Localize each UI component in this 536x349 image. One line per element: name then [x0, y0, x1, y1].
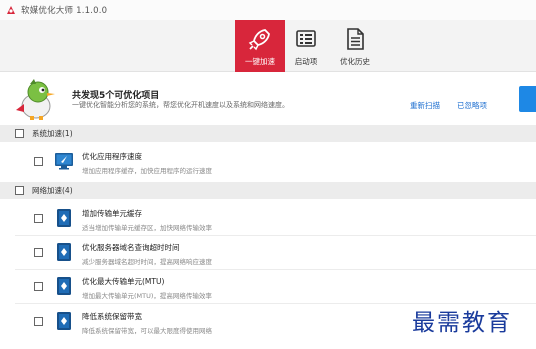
- ignored-items-link[interactable]: 已忽略项: [457, 100, 487, 111]
- item-checkbox[interactable]: [34, 248, 43, 257]
- mascot-bird-icon: [16, 79, 55, 120]
- item-checkbox[interactable]: [34, 214, 43, 223]
- section-checkbox[interactable]: [15, 129, 24, 138]
- window-title: 软媒优化大师 1.1.0.0: [21, 6, 108, 16]
- network-book-icon: [57, 312, 71, 330]
- tab-one-click-speedup[interactable]: 一键加速: [235, 20, 285, 72]
- item-description: 适当增加传输单元缓存区，加快网络传输效率: [82, 224, 212, 232]
- item-description: 降低系统保留带宽，可以最大限度得使用网络: [82, 327, 212, 335]
- section-system-speedup: 系统加速(1): [0, 125, 536, 142]
- section-label: 网络加速(4): [32, 186, 73, 195]
- tab-label: 启动项: [294, 57, 318, 66]
- item-title: 优化最大传输单元(MTU): [82, 277, 165, 286]
- rocket-icon: [247, 26, 273, 52]
- tab-label: 一键加速: [245, 57, 275, 66]
- item-title: 增加传输单元缓存: [82, 209, 142, 218]
- item-checkbox[interactable]: [34, 157, 43, 166]
- watermark: 最需教育: [412, 310, 512, 336]
- section-network-speedup: 网络加速(4): [0, 182, 536, 199]
- item-description: 增加最大传输单元(MTU)，提高网络传输效率: [82, 292, 212, 300]
- item-title: 降低系统保留带宽: [82, 312, 142, 321]
- item-title: 优化服务器域名查询超时时间: [82, 243, 180, 252]
- startup-list-icon: [293, 26, 319, 52]
- title-bar: 软媒优化大师 1.1.0.0: [0, 0, 536, 20]
- section-checkbox[interactable]: [15, 186, 24, 195]
- optimize-button[interactable]: [519, 86, 536, 112]
- network-book-icon: [57, 277, 71, 295]
- network-book-icon: [57, 243, 71, 261]
- main-toolbar: 一键加速 启动项 优化历史: [0, 20, 536, 72]
- list-item: 优化应用程序速度 增加应用程序缓存，加快应用程序的运行速度: [0, 145, 536, 179]
- list-item: 优化最大传输单元(MTU) 增加最大传输单元(MTU)，提高网络传输效率: [0, 270, 536, 304]
- monitor-rocket-icon: [55, 153, 73, 170]
- tab-startup-items[interactable]: 启动项: [281, 20, 331, 72]
- list-item: 增加传输单元缓存 适当增加传输单元缓存区，加快网络传输效率: [0, 202, 536, 236]
- item-description: 减少服务器域名超时时间，提高网络响应速度: [82, 258, 212, 266]
- item-title: 优化应用程序速度: [82, 152, 142, 161]
- list-item: 优化服务器域名查询超时时间 减少服务器域名超时时间，提高网络响应速度: [0, 236, 536, 270]
- rescan-link[interactable]: 重新扫描: [410, 100, 440, 111]
- tab-label: 优化历史: [340, 57, 370, 66]
- item-checkbox[interactable]: [34, 282, 43, 291]
- app-logo-icon: [7, 6, 15, 14]
- scan-result-subtitle: 一键优化智能分析您的系统，帮您优化开机速度以及系统和网络速度。: [72, 101, 289, 109]
- section-label: 系统加速(1): [32, 129, 73, 138]
- document-icon: [342, 26, 368, 52]
- network-book-icon: [57, 209, 71, 227]
- item-description: 增加应用程序缓存，加快应用程序的运行速度: [82, 167, 212, 175]
- item-checkbox[interactable]: [34, 317, 43, 326]
- tab-optimization-history[interactable]: 优化历史: [330, 20, 380, 72]
